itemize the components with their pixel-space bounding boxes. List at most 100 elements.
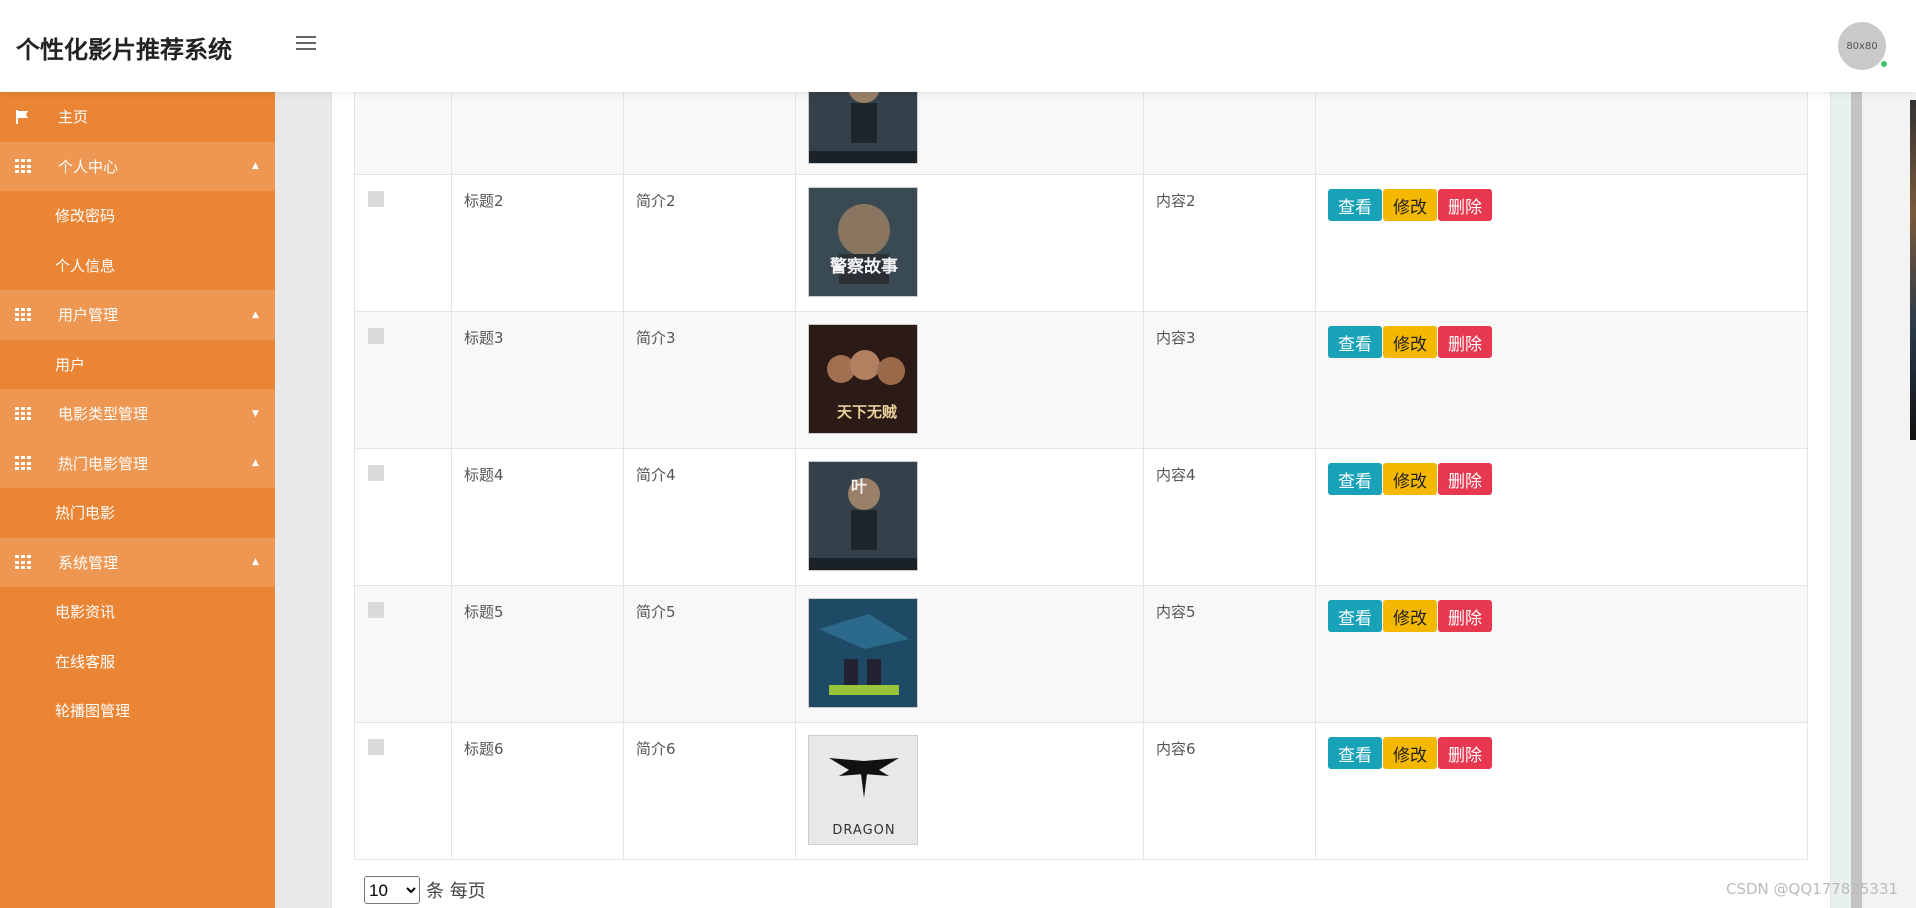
sidebar-item-0[interactable]: 主页 [0, 92, 275, 142]
pagination: 10 条 每页 [364, 876, 486, 904]
sidebar-item-9[interactable]: 系统管理 ▲ [0, 537, 275, 587]
view-button[interactable]: 查看 [1328, 189, 1382, 221]
sidebar-item-11[interactable]: 在线客服 [0, 637, 275, 687]
actions-cell: 查看 修改 删除 [1316, 723, 1808, 859]
intro-text: 简介5 [636, 603, 676, 621]
page-margin [1862, 92, 1910, 908]
delete-button[interactable]: 删除 [1438, 189, 1492, 221]
title-text: 标题4 [464, 466, 504, 484]
sidebar-item-label: 修改密码 [55, 207, 116, 226]
content-cell: 内容2 [1144, 175, 1316, 311]
grid-icon [15, 406, 31, 421]
svg-text:天下无贼: 天下无贼 [837, 403, 897, 421]
content-gutter [275, 92, 331, 908]
delete-button[interactable]: 删除 [1438, 326, 1492, 358]
view-button[interactable]: 查看 [1328, 463, 1382, 495]
sidebar-item-6[interactable]: 电影类型管理 ▼ [0, 389, 275, 439]
table-row: 标题2 简介2 警察故事 内容2 查看 修改 删除 [354, 175, 1808, 312]
checkbox-cell [354, 586, 452, 722]
title-text: 标题5 [464, 603, 504, 621]
sidebar-item-12[interactable]: 轮播图管理 [0, 686, 275, 736]
sidebar-item-5[interactable]: 用户 [0, 340, 275, 390]
page-size-select[interactable]: 10 [364, 876, 420, 904]
view-button[interactable]: 查看 [1328, 600, 1382, 632]
edit-button[interactable]: 修改 [1383, 189, 1437, 221]
content-text: 内容5 [1156, 603, 1196, 621]
svg-text:DRAGON: DRAGON [832, 823, 895, 838]
row-checkbox[interactable] [368, 328, 384, 344]
checkbox-cell [354, 312, 452, 448]
hamburger-menu-icon[interactable] [296, 36, 318, 54]
app-title: 个性化影片推荐系统 [16, 36, 232, 64]
sidebar-item-1[interactable]: 个人中心 ▲ [0, 141, 275, 191]
sidebar-item-2[interactable]: 修改密码 [0, 191, 275, 241]
sidebar-item-3[interactable]: 个人信息 [0, 241, 275, 291]
content-cell: 内容4 [1144, 449, 1316, 585]
content-text: 内容4 [1156, 466, 1196, 484]
avatar[interactable]: 80x80 [1838, 22, 1886, 70]
row-checkbox[interactable] [368, 602, 384, 618]
title-cell: 标题3 [452, 312, 624, 448]
movie-table: 叶标题2简介2警察故事内容2查看修改删除标题3简介3天下无贼内容3查看修改删除标… [354, 54, 1808, 860]
view-button[interactable]: 查看 [1328, 326, 1382, 358]
content-cell: 内容5 [1144, 586, 1316, 722]
sidebar-item-10[interactable]: 电影资讯 [0, 587, 275, 637]
chevron-up-icon: ▲ [252, 557, 259, 568]
grid-icon [15, 307, 31, 322]
image-cell: DRAGON [796, 723, 1144, 859]
top-bar: 个性化影片推荐系统 80x80 [0, 0, 1916, 92]
grid-icon [15, 555, 31, 569]
sidebar-item-4[interactable]: 用户管理 ▲ [0, 290, 275, 340]
table-row: 标题3 简介3 天下无贼 内容3 查看 修改 删除 [354, 312, 1808, 449]
intro-cell: 简介4 [624, 449, 796, 585]
movie-poster: 警察故事 [808, 187, 918, 297]
edit-button[interactable]: 修改 [1383, 463, 1437, 495]
checkbox-cell [354, 449, 452, 585]
sidebar-item-7[interactable]: 热门电影管理 ▲ [0, 438, 275, 488]
svg-text:警察故事: 警察故事 [829, 256, 898, 277]
table-row: 标题4 简介4 叶 内容4 查看 修改 删除 [354, 449, 1808, 586]
title-text: 标题2 [464, 192, 504, 210]
background-strip [1910, 100, 1916, 440]
sidebar-item-label: 主页 [58, 108, 89, 127]
intro-cell: 简介2 [624, 175, 796, 311]
intro-text: 简介4 [636, 466, 676, 484]
row-checkbox[interactable] [368, 191, 384, 207]
grid-icon [15, 159, 31, 173]
title-cell: 标题6 [452, 723, 624, 859]
table-row: 标题5 简介5 内容5 查看 修改 删除 [354, 586, 1808, 723]
svg-text:叶: 叶 [851, 477, 867, 496]
sidebar-item-label: 用户管理 [58, 306, 119, 325]
title-cell: 标题4 [452, 449, 624, 585]
edit-button[interactable]: 修改 [1383, 600, 1437, 632]
scrollbar[interactable] [1851, 92, 1862, 908]
view-button[interactable]: 查看 [1328, 737, 1382, 769]
delete-button[interactable]: 删除 [1438, 600, 1492, 632]
edit-button[interactable]: 修改 [1383, 737, 1437, 769]
intro-cell: 简介6 [624, 723, 796, 859]
sidebar-item-label: 电影类型管理 [58, 405, 149, 424]
delete-button[interactable]: 删除 [1438, 463, 1492, 495]
delete-button[interactable]: 删除 [1438, 737, 1492, 769]
title-text: 标题3 [464, 329, 504, 347]
sidebar-item-label: 轮播图管理 [55, 702, 131, 721]
movie-poster [808, 598, 918, 708]
intro-cell: 简介5 [624, 586, 796, 722]
sidebar-item-8[interactable]: 热门电影 [0, 488, 275, 538]
actions-cell: 查看 修改 删除 [1316, 449, 1808, 585]
panel-rail [1831, 92, 1851, 908]
actions-cell: 查看 修改 删除 [1316, 586, 1808, 722]
sidebar-item-label: 个人信息 [55, 256, 116, 275]
sidebar: 主页 个人中心 ▲ 修改密码 个人信息 用户管理 ▲ 用户 电影类型管理 ▼ 热门电影管理 ▲ 热门电影… [0, 92, 275, 908]
intro-cell: 简介3 [624, 312, 796, 448]
sidebar-item-label: 热门电影管理 [58, 454, 149, 473]
edit-button[interactable]: 修改 [1383, 326, 1437, 358]
row-checkbox[interactable] [368, 739, 384, 755]
content-cell: 内容3 [1144, 312, 1316, 448]
content-cell: 内容6 [1144, 723, 1316, 859]
intro-text: 简介2 [636, 192, 676, 210]
grid-icon [15, 456, 31, 470]
row-checkbox[interactable] [368, 465, 384, 481]
content-text: 内容6 [1156, 740, 1196, 758]
image-cell: 天下无贼 [796, 312, 1144, 448]
